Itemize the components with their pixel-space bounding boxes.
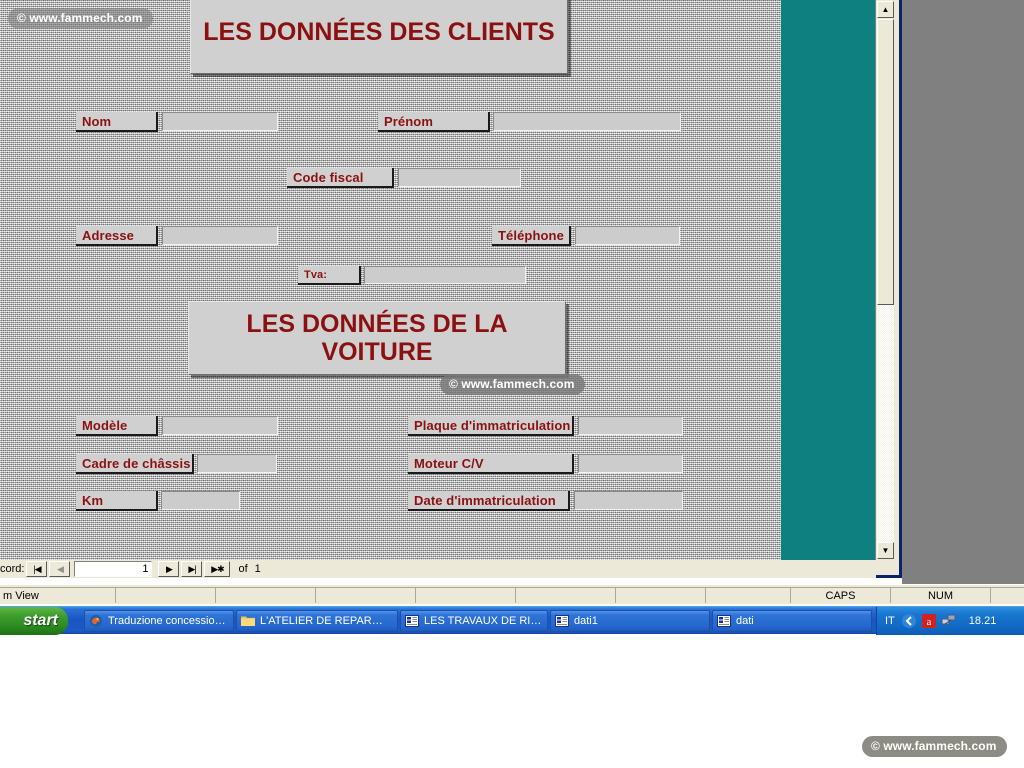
language-indicator[interactable]: IT: [885, 615, 895, 627]
label-km: Km: [76, 491, 158, 511]
label-prenom: Prénom: [378, 112, 490, 132]
label-telephone: Téléphone: [492, 226, 571, 246]
taskbar-item-dati1[interactable]: dati1: [550, 610, 710, 632]
watermark-top-left: © www.fammech.com: [8, 8, 154, 29]
field-row-nom: Nom: [76, 112, 278, 132]
field-row-cadre-chassis: Cadre de châssis: [76, 454, 277, 474]
taskbar-item-atelier[interactable]: L'ATELIER DE REPAR…: [236, 610, 398, 632]
desktop-background-right: [902, 0, 1024, 584]
status-cell: [315, 587, 415, 603]
scrollbar-thumb[interactable]: [877, 19, 894, 305]
new-record-button[interactable]: ▶✱: [204, 561, 231, 577]
access-icon: [555, 614, 569, 628]
next-record-button[interactable]: ▶: [158, 561, 180, 577]
input-code-fiscal[interactable]: [398, 168, 521, 187]
taskbar-item-label: Traduzione concessio…: [108, 615, 226, 627]
status-cell: [615, 587, 705, 603]
input-nom[interactable]: [162, 112, 278, 131]
svg-text:a: a: [926, 616, 931, 628]
label-plaque-immatriculation: Plaque d'immatriculation: [408, 416, 574, 436]
label-cadre-chassis: Cadre de châssis: [76, 454, 194, 474]
label-modele: Modèle: [76, 416, 158, 436]
network-icon[interactable]: [941, 613, 957, 629]
taskbar-item-label: LES TRAVAUX DE RI…: [424, 615, 542, 627]
input-cadre-chassis[interactable]: [197, 454, 277, 473]
input-moteur-cv[interactable]: [578, 454, 683, 473]
previous-record-button[interactable]: ◀: [49, 561, 71, 577]
system-tray: IT a 18.21: [876, 607, 1024, 635]
record-of-label: of: [238, 563, 248, 575]
label-nom: Nom: [76, 112, 158, 132]
first-record-button[interactable]: |◀: [26, 561, 48, 577]
screen: LES DONNÉES DES CLIENTS Nom Prénom Code …: [0, 0, 1024, 768]
status-cell: [215, 587, 315, 603]
watermark-middle: © www.fammech.com: [440, 374, 586, 395]
status-cell: [705, 587, 790, 603]
form-teal-strip: [781, 0, 875, 560]
input-prenom[interactable]: [493, 112, 681, 131]
input-adresse[interactable]: [162, 226, 278, 245]
field-row-moteur-cv: Moteur C/V: [408, 454, 683, 474]
status-view-mode: m View: [0, 587, 115, 603]
banner-clients: LES DONNÉES DES CLIENTS: [190, 0, 568, 74]
taskbar-item-label: L'ATELIER DE REPAR…: [260, 615, 383, 627]
antivirus-icon[interactable]: a: [921, 613, 937, 629]
record-total: 1: [254, 563, 261, 575]
clock[interactable]: 18.21: [969, 615, 997, 627]
access-icon: [405, 614, 419, 628]
field-row-tva: Tva:: [298, 266, 526, 285]
label-moteur-cv: Moteur C/V: [408, 454, 574, 474]
form-vertical-scrollbar[interactable]: ▲ ▼: [876, 0, 896, 560]
taskbar-item-travaux[interactable]: LES TRAVAUX DE RI…: [400, 610, 548, 632]
taskbar-item-traduzione[interactable]: Traduzione concessio…: [84, 610, 234, 632]
status-num-indicator: NUM: [890, 587, 990, 603]
access-form-window: LES DONNÉES DES CLIENTS Nom Prénom Code …: [0, 0, 902, 578]
input-km[interactable]: [161, 491, 240, 510]
watermark-bottom-right: © www.fammech.com: [862, 736, 1008, 757]
label-code-fiscal: Code fiscal: [287, 168, 394, 188]
record-navigator: cord: |◀ ◀ 1 ▶ ▶| ▶✱ of 1: [0, 560, 876, 578]
start-button[interactable]: start: [0, 607, 68, 635]
taskbar-item-dati[interactable]: dati: [712, 610, 872, 632]
field-row-telephone: Téléphone: [492, 226, 680, 246]
label-tva: Tva:: [298, 266, 361, 285]
field-row-prenom: Prénom: [378, 112, 681, 132]
field-row-modele: Modèle: [76, 416, 278, 436]
banner-voiture: LES DONNÉES DE LA VOITURE: [188, 301, 566, 375]
taskbar-item-label: dati: [736, 615, 754, 627]
form-canvas: LES DONNÉES DES CLIENTS Nom Prénom Code …: [0, 0, 876, 560]
input-plaque-immatriculation[interactable]: [578, 416, 683, 435]
field-row-date-immatriculation: Date d'immatriculation: [408, 491, 683, 511]
last-record-button[interactable]: ▶|: [181, 561, 203, 577]
field-row-code-fiscal: Code fiscal: [287, 168, 521, 188]
start-button-label: start: [23, 612, 58, 629]
current-record-input[interactable]: 1: [74, 561, 153, 577]
label-date-immatriculation: Date d'immatriculation: [408, 491, 570, 511]
scrollbar-track[interactable]: [877, 305, 894, 542]
status-cell: [515, 587, 615, 603]
taskbar: start Traduzione concessio… L'ATELIER DE…: [0, 606, 1024, 635]
record-navigator-label: cord:: [0, 563, 25, 575]
status-cell: [990, 587, 1024, 603]
status-bar: m View CAPS NUM: [0, 584, 1024, 604]
status-cell: [115, 587, 215, 603]
scroll-down-icon[interactable]: ▼: [877, 542, 894, 559]
firefox-icon: [89, 614, 103, 628]
field-row-km: Km: [76, 491, 240, 511]
input-date-immatriculation[interactable]: [574, 491, 683, 510]
access-icon: [717, 614, 731, 628]
scroll-up-icon[interactable]: ▲: [877, 1, 894, 18]
input-modele[interactable]: [162, 416, 278, 435]
input-telephone[interactable]: [575, 226, 680, 245]
status-cell: [415, 587, 515, 603]
status-caps-indicator: CAPS: [790, 587, 890, 603]
label-adresse: Adresse: [76, 226, 158, 246]
taskbar-item-label: dati1: [574, 615, 598, 627]
folder-icon: [241, 614, 255, 628]
field-row-plaque: Plaque d'immatriculation: [408, 416, 683, 436]
input-tva[interactable]: [364, 266, 526, 284]
field-row-adresse: Adresse: [76, 226, 278, 246]
chevron-left-icon[interactable]: [901, 613, 917, 629]
